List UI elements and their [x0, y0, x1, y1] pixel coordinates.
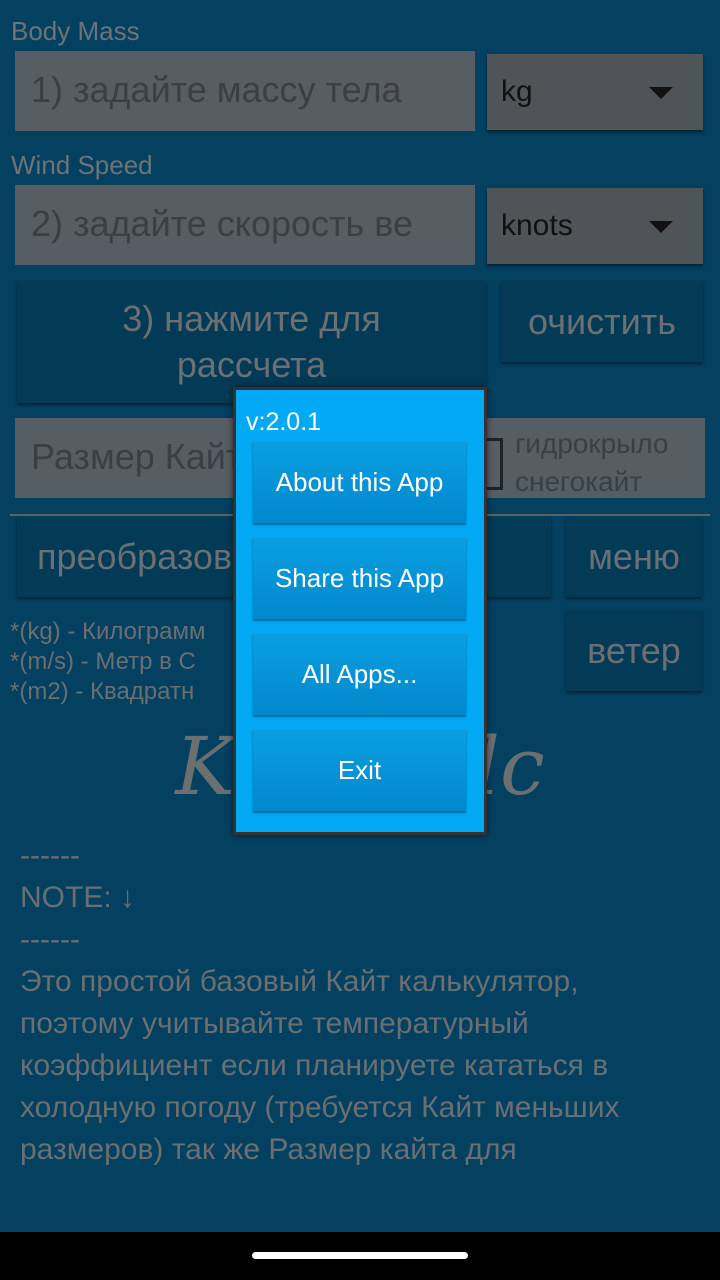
body-mass-label: Body Mass [11, 16, 140, 46]
wind-button[interactable]: ветер [566, 610, 702, 691]
note-section: ------ NOTE: ↓ ------ Это простой базовы… [20, 835, 660, 1171]
calculate-button[interactable]: 3) нажмите для рассчета [17, 281, 486, 403]
option-snowkite[interactable]: снегокайт [515, 466, 642, 498]
legend-m2: *(m2) - Квадратн [10, 678, 195, 705]
clear-button[interactable]: очистить [501, 281, 703, 362]
dropdown-arrow-icon [649, 221, 673, 233]
legend-kg: *(kg) - Килограмм [10, 618, 206, 645]
body-mass-input[interactable]: 1) задайте массу тела [15, 51, 475, 131]
kite-options: гидрокрыло снегокайт [483, 418, 705, 498]
share-app-button[interactable]: Share this App [253, 537, 466, 619]
menu-button[interactable]: меню [566, 517, 702, 597]
option-hydrofoil[interactable]: гидрокрыло [515, 428, 669, 460]
wind-speed-input[interactable]: 2) задайте скорость ве [15, 185, 475, 265]
exit-button[interactable]: Exit [253, 729, 466, 811]
menu-dialog: v:2.0.1 About this App Share this App Al… [233, 387, 487, 835]
about-app-button[interactable]: About this App [253, 441, 466, 523]
note-text: Это простой базовый Кайт калькулятор, по… [20, 965, 620, 1166]
mass-unit-select[interactable]: kg [487, 54, 703, 130]
note-dash: ------ [20, 923, 80, 956]
home-handle[interactable] [252, 1252, 468, 1259]
legend-ms: *(m/s) - Метр в С [10, 648, 196, 675]
unit-legend: *(kg) - Килограмм *(m/s) - Метр в С *(m2… [10, 617, 205, 707]
all-apps-button[interactable]: All Apps... [253, 633, 466, 715]
navigation-bar [0, 1232, 720, 1280]
wind-speed-label: Wind Speed [11, 150, 153, 180]
wind-unit-value: knots [501, 209, 573, 242]
version-label: v:2.0.1 [246, 408, 322, 436]
note-dash: ------ [20, 839, 80, 872]
dropdown-arrow-icon [649, 87, 673, 99]
mass-unit-value: kg [501, 75, 533, 108]
wind-unit-select[interactable]: knots [487, 188, 703, 264]
note-title: NOTE: ↓ [20, 881, 136, 914]
